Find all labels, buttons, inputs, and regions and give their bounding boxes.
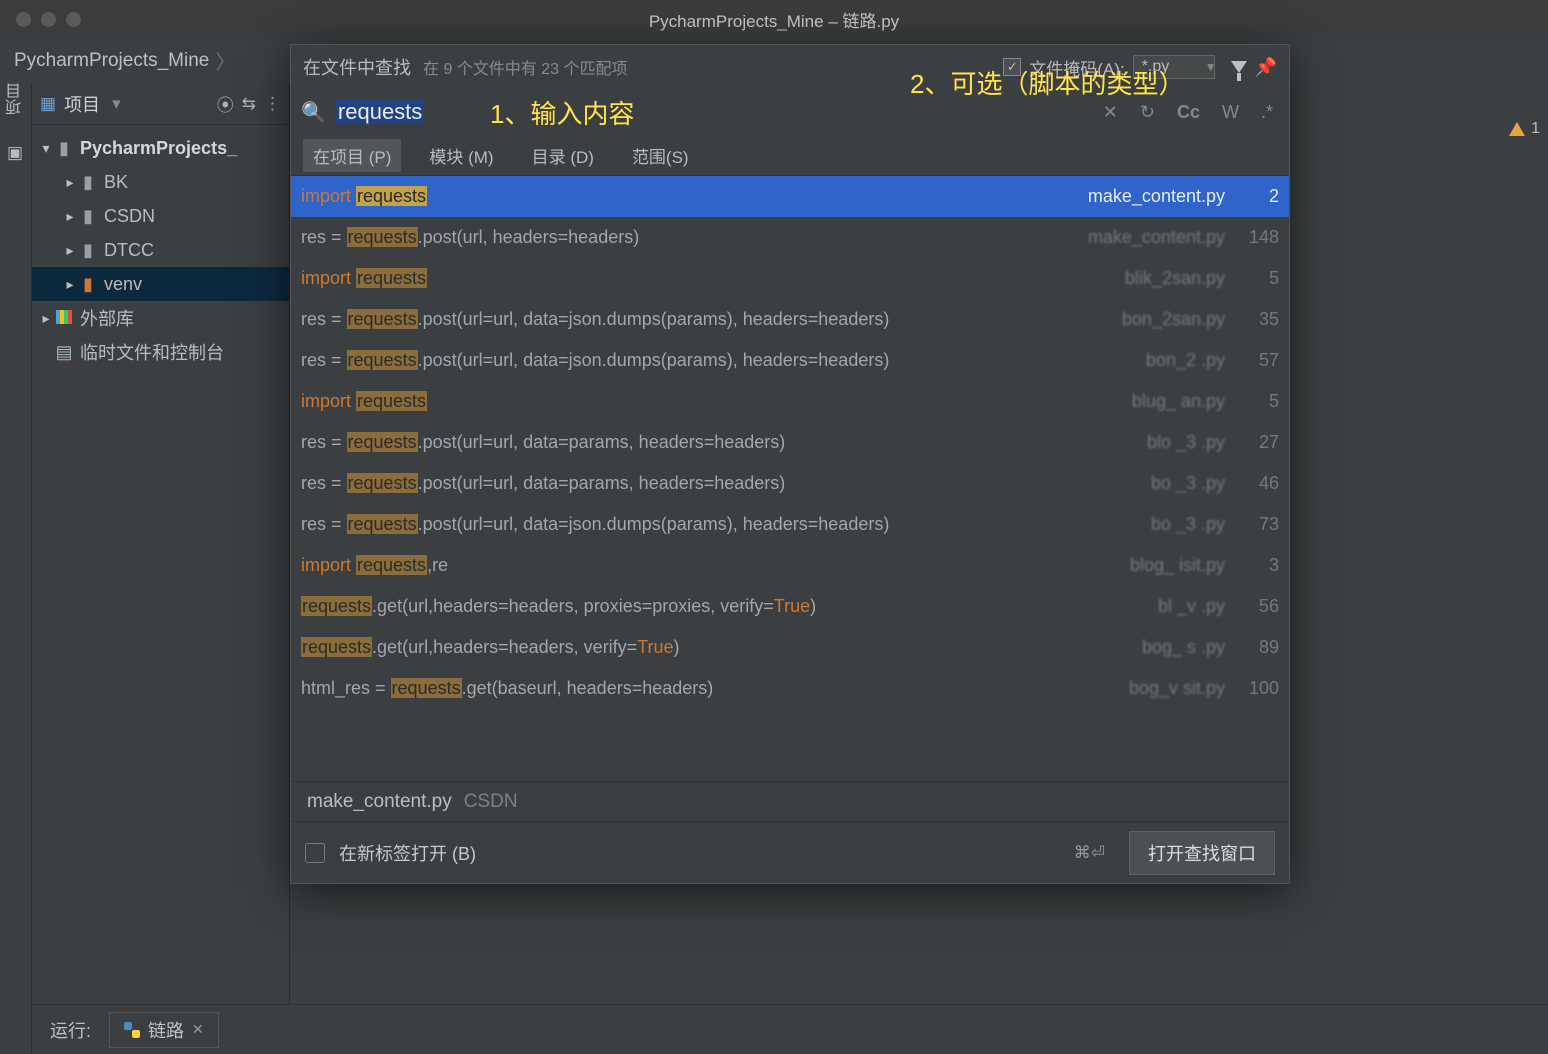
run-tab-label: 链路 xyxy=(148,1017,184,1043)
tree-label: 外部库 xyxy=(80,305,134,331)
run-tab[interactable]: 链路 ✕ xyxy=(109,1012,219,1048)
file-mask-checkbox[interactable]: ✓ xyxy=(1003,58,1021,76)
find-in-files-popup: 在文件中查找 在 9 个文件中有 23 个匹配项 ✓ 文件掩码(A): *.py… xyxy=(290,44,1290,884)
view-mode-dropdown-icon[interactable]: ▾ xyxy=(112,94,121,114)
window-controls[interactable] xyxy=(0,12,81,27)
result-row[interactable]: import requestsblik_2san.py5 xyxy=(291,258,1289,299)
project-tool-label[interactable]: 项目 xyxy=(4,83,28,125)
warning-count: 1 xyxy=(1531,120,1540,138)
project-tree[interactable]: ▾▮ PycharmProjects_ ▸▮ BK ▸▮ CSDN ▸▮ DTC… xyxy=(32,125,289,369)
left-tool-strip: 项目 ▣ xyxy=(0,83,32,1054)
result-row[interactable]: res = requests.post(url=url, data=json.d… xyxy=(291,299,1289,340)
find-stats: 在 9 个文件中有 23 个匹配项 xyxy=(423,55,627,79)
zoom-dot[interactable] xyxy=(66,12,81,27)
close-dot[interactable] xyxy=(16,12,31,27)
find-title: 在文件中查找 xyxy=(303,54,411,80)
structure-tool-icon[interactable]: ▣ xyxy=(7,143,23,163)
tree-label: 临时文件和控制台 xyxy=(80,339,224,365)
pin-icon[interactable]: 📌 xyxy=(1255,57,1277,78)
search-input[interactable]: requests xyxy=(336,99,1087,125)
open-in-new-tab-label: 在新标签打开 (B) xyxy=(339,840,476,866)
warning-icon xyxy=(1509,122,1525,136)
run-label: 运行: xyxy=(50,1017,91,1043)
result-row[interactable]: import requestsblug_ an.py5 xyxy=(291,381,1289,422)
regex-toggle[interactable]: .* xyxy=(1255,102,1279,123)
sidebar-title[interactable]: 项目 xyxy=(64,91,100,117)
scope-tabs: 在项目 (P) 模块 (M) 目录 (D) 范围(S) xyxy=(291,135,1289,175)
result-row[interactable]: res = requests.post(url=url, data=json.d… xyxy=(291,504,1289,545)
search-query-text: requests xyxy=(336,99,424,124)
file-mask-label: 文件掩码(A): xyxy=(1029,55,1124,80)
titlebar: PycharmProjects_Mine – 链路.py xyxy=(0,0,1548,38)
result-row[interactable]: res = requests.post(url, headers=headers… xyxy=(291,217,1289,258)
scope-directory[interactable]: 目录 (D) xyxy=(522,139,604,172)
tree-root-label: PycharmProjects_ xyxy=(80,138,237,159)
locate-icon[interactable]: ⦿ xyxy=(217,91,234,116)
project-sidebar: ▦ 项目 ▾ ⦿ ⇆ ⋮ ▾▮ PycharmProjects_ ▸▮ BK ▸… xyxy=(32,83,290,1054)
tree-scratches[interactable]: ▤ 临时文件和控制台 xyxy=(32,335,289,369)
close-tab-icon[interactable]: ✕ xyxy=(192,1021,204,1038)
breadcrumb-sep: 〉 xyxy=(215,46,235,75)
history-icon[interactable]: ↻ xyxy=(1134,102,1161,123)
result-row[interactable]: res = requests.post(url=url, data=params… xyxy=(291,422,1289,463)
tree-node-bk[interactable]: ▸▮ BK xyxy=(32,165,289,199)
result-row[interactable]: requests.get(url,headers=headers, verify… xyxy=(291,627,1289,668)
open-shortcut: ⌘⏎ xyxy=(1074,843,1105,863)
tree-node-dtcc[interactable]: ▸▮ DTCC xyxy=(32,233,289,267)
result-row[interactable]: import requestsmake_content.py2 xyxy=(291,176,1289,217)
scope-project[interactable]: 在项目 (P) xyxy=(303,139,401,172)
tree-root[interactable]: ▾▮ PycharmProjects_ xyxy=(32,131,289,165)
preview-dir: CSDN xyxy=(464,791,518,813)
find-footer: 在新标签打开 (B) ⌘⏎ 打开查找窗口 xyxy=(291,821,1289,883)
search-row: 🔍 requests ✕ ↻ Cc W .* xyxy=(291,89,1289,135)
results-list[interactable]: import requestsmake_content.py2res = req… xyxy=(291,175,1289,781)
tree-label: CSDN xyxy=(104,206,155,227)
tree-label: DTCC xyxy=(104,240,154,261)
match-case-toggle[interactable]: Cc xyxy=(1171,102,1206,123)
tree-external-libs[interactable]: ▸ 外部库 xyxy=(32,301,289,335)
preview-file: make_content.py xyxy=(307,791,452,813)
words-toggle[interactable]: W xyxy=(1216,102,1245,123)
python-icon xyxy=(124,1022,140,1038)
tree-label: venv xyxy=(104,274,142,295)
tree-label: BK xyxy=(104,172,128,193)
result-row[interactable]: import requests,reblog_ isit.py3 xyxy=(291,545,1289,586)
clear-search-icon[interactable]: ✕ xyxy=(1097,102,1124,123)
minimize-dot[interactable] xyxy=(41,12,56,27)
find-header: 在文件中查找 在 9 个文件中有 23 个匹配项 ✓ 文件掩码(A): *.py… xyxy=(291,45,1289,89)
tree-node-venv[interactable]: ▸▮ venv xyxy=(32,267,289,301)
inspection-warning-badge[interactable]: 1 xyxy=(1509,120,1540,138)
window-title: PycharmProjects_Mine – 链路.py xyxy=(0,7,1548,32)
result-row[interactable]: requests.get(url,headers=headers, proxie… xyxy=(291,586,1289,627)
file-mask-input[interactable]: *.py xyxy=(1133,55,1215,79)
result-row[interactable]: res = requests.post(url=url, data=params… xyxy=(291,463,1289,504)
mask-dropdown-icon[interactable]: ▼ xyxy=(1205,60,1217,74)
external-libs-icon xyxy=(56,310,72,324)
preview-path: make_content.py CSDN xyxy=(291,781,1289,821)
open-find-window-button[interactable]: 打开查找窗口 xyxy=(1129,831,1275,875)
result-row[interactable]: html_res = requests.get(baseurl, headers… xyxy=(291,668,1289,709)
tree-node-csdn[interactable]: ▸▮ CSDN xyxy=(32,199,289,233)
project-view-icon: ▦ xyxy=(40,94,56,114)
search-icon: 🔍 xyxy=(301,100,326,125)
scope-module[interactable]: 模块 (M) xyxy=(419,139,503,172)
run-tool-bar: 运行: 链路 ✕ xyxy=(32,1004,1548,1054)
open-in-new-tab-checkbox[interactable] xyxy=(305,843,325,863)
scope-scope[interactable]: 范围(S) xyxy=(622,139,699,172)
collapse-all-icon[interactable]: ⋮ xyxy=(264,94,281,114)
result-row[interactable]: res = requests.post(url=url, data=json.d… xyxy=(291,340,1289,381)
sidebar-toolbar: ▦ 项目 ▾ ⦿ ⇆ ⋮ xyxy=(32,83,289,125)
expand-all-icon[interactable]: ⇆ xyxy=(242,94,256,114)
breadcrumb[interactable]: PycharmProjects_Mine 〉 xyxy=(14,46,241,75)
breadcrumb-root[interactable]: PycharmProjects_Mine xyxy=(14,50,209,72)
filter-icon[interactable] xyxy=(1231,61,1247,73)
